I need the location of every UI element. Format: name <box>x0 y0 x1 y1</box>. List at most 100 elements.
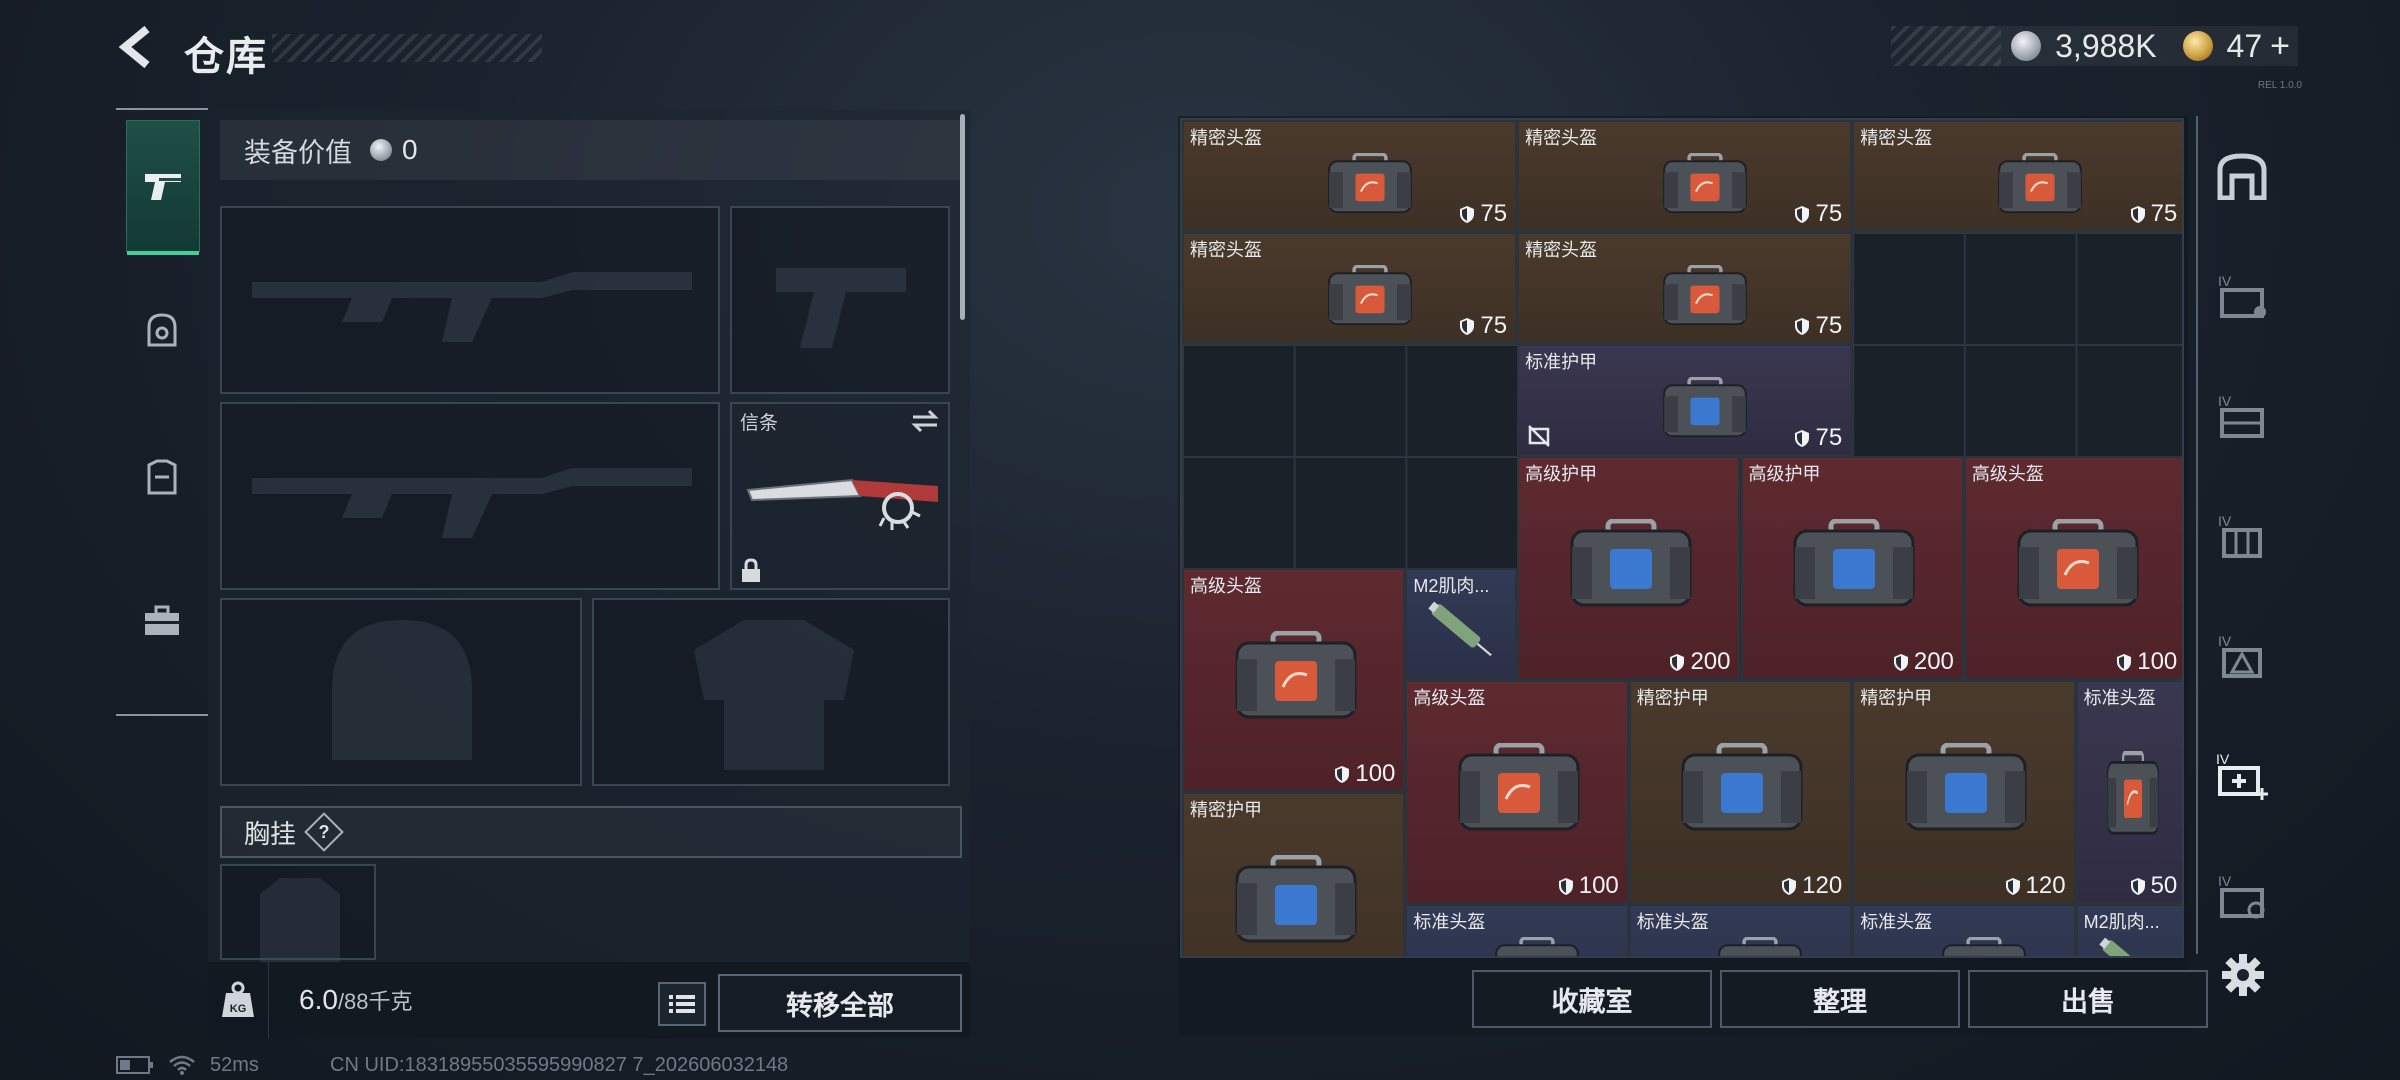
helmet-slot[interactable] <box>220 598 582 786</box>
storage-filter-column: IV IV IV IV IV IV <box>2196 116 2282 954</box>
weight-readout: 6.0/88千克 <box>299 984 413 1016</box>
gear-bag-icon <box>1662 377 1747 438</box>
item-name: 高级护甲 <box>1525 464 1598 484</box>
melee-slot[interactable]: 信条 <box>730 402 950 590</box>
equipment-value-label: 装备价值 <box>244 137 352 168</box>
gear-bag-icon <box>1905 743 2027 831</box>
organize-button[interactable]: 整理 <box>1720 970 1960 1028</box>
item-durability: 200 <box>1893 648 1954 676</box>
weight-current: 6.0 <box>299 984 338 1015</box>
item-name: 精密头盔 <box>1190 240 1262 260</box>
item-name: 高级头盔 <box>1190 576 1262 596</box>
add-storage-icon: IV <box>2216 751 2268 800</box>
sell-button[interactable]: 出售 <box>1968 970 2208 1028</box>
item-name: 精密护甲 <box>1636 688 1709 708</box>
help-mark: ? <box>318 821 330 842</box>
item-durability: 75 <box>1794 424 1842 452</box>
chest-rig-slot[interactable] <box>220 864 376 964</box>
storage-item[interactable]: 精密头盔 75 <box>1517 120 1853 232</box>
transfer-all-button[interactable]: 转移全部 <box>718 974 962 1032</box>
pistol-icon <box>145 174 181 200</box>
chevron-left-icon <box>118 25 150 69</box>
back-button[interactable] <box>112 22 162 72</box>
storage-item[interactable]: 标准头盔 <box>1852 904 2076 956</box>
item-name: 精密头盔 <box>1525 240 1598 260</box>
nav-backpack[interactable] <box>126 556 198 686</box>
nav-helmet[interactable] <box>126 266 198 396</box>
currency-bar: 3,988K 47 + <box>1891 26 2298 66</box>
gear-bag-icon <box>1327 153 1412 214</box>
storage-item[interactable]: 精密护甲 <box>1182 792 1406 956</box>
item-name: 精密护甲 <box>1190 800 1262 820</box>
armor-slot[interactable] <box>592 598 950 786</box>
nav-armor[interactable] <box>126 412 198 542</box>
item-durability: 75 <box>1459 200 1507 228</box>
storage-item[interactable]: 精密头盔 75 <box>1517 232 1853 344</box>
shield-icon <box>1893 653 1908 671</box>
storage-item[interactable]: 高级护甲 200 <box>1517 456 1741 680</box>
primary-weapon-slot[interactable] <box>220 206 720 394</box>
item-durability: 75 <box>1794 312 1842 340</box>
svg-text:IV: IV <box>2218 273 2232 289</box>
storage-item[interactable]: M2肌肉... <box>2075 904 2182 956</box>
loadout-scrollbar[interactable] <box>960 114 965 320</box>
filter-storage-3[interactable]: IV <box>2212 506 2272 566</box>
storage-item[interactable]: 精密护甲 120 <box>1628 680 1853 904</box>
filter-storage-4[interactable]: IV <box>2212 626 2272 686</box>
storage-item[interactable]: M2肌肉... <box>1405 568 1518 680</box>
filter-storage-1[interactable]: IV <box>2212 266 2272 326</box>
secondary-weapon-slot[interactable] <box>220 402 720 590</box>
storage-actions: 收藏室 整理 出售 <box>1472 970 2208 1028</box>
equipment-value: 0 <box>402 134 418 165</box>
nav-weapons[interactable] <box>126 120 200 255</box>
filter-storage-2[interactable]: IV <box>2212 386 2272 446</box>
svg-text:IV: IV <box>2216 751 2230 767</box>
gear-bag-icon <box>1235 631 1357 719</box>
storage-item[interactable]: 高级头盔 100 <box>1963 456 2182 680</box>
coin-icon <box>370 139 392 161</box>
item-name: 高级头盔 <box>1971 464 2044 484</box>
item-durability: 100 <box>1558 872 1619 900</box>
shield-icon <box>1795 317 1810 335</box>
settings-button[interactable] <box>2218 950 2268 1000</box>
item-durability: 75 <box>1794 200 1842 228</box>
storage-item[interactable]: 标准头盔 50 <box>2075 680 2182 904</box>
battery-icon <box>116 1056 153 1074</box>
title-decoration <box>272 34 542 62</box>
chest-rig-label: 胸挂 <box>244 818 297 849</box>
sidearm-slot[interactable] <box>730 206 950 394</box>
loadout-nav <box>116 108 208 716</box>
help-button[interactable]: ? <box>304 812 344 852</box>
storage-shelf-icon: IV <box>2218 513 2262 558</box>
storage-item[interactable]: 标准护甲 75 <box>1517 344 1853 456</box>
shield-icon <box>1460 205 1475 223</box>
gold-coin-icon <box>2182 31 2213 61</box>
item-durability: 100 <box>2116 648 2177 676</box>
gold-balance: 47 <box>2226 27 2263 64</box>
storage-item[interactable]: 精密头盔 75 <box>1852 120 2182 232</box>
gear-bag-icon <box>1662 265 1747 326</box>
gear-bag-icon <box>1327 265 1412 326</box>
storage-item[interactable]: 精密头盔 75 <box>1182 120 1518 232</box>
item-durability: 100 <box>1334 760 1395 788</box>
rifle-silhouette-icon <box>252 468 692 538</box>
storage-item[interactable]: 标准头盔 <box>1405 904 1629 956</box>
svg-text:IV: IV <box>2218 873 2232 889</box>
equipment-value-bar: 装备价值 0 <box>220 120 962 180</box>
gear-bag-icon <box>2017 519 2139 607</box>
list-view-button[interactable] <box>658 982 706 1026</box>
filter-all[interactable] <box>2212 146 2272 206</box>
storage-item[interactable]: 标准头盔 <box>1628 904 1853 956</box>
filter-storage-5[interactable]: IV <box>2212 866 2272 926</box>
filter-add-storage[interactable]: IV <box>2212 746 2272 806</box>
swap-icon[interactable] <box>910 408 940 434</box>
add-currency-button[interactable]: + <box>2270 27 2290 66</box>
storage-item[interactable]: 高级头盔 100 <box>1182 568 1406 792</box>
collection-room-button[interactable]: 收藏室 <box>1472 970 1712 1028</box>
storage-item[interactable]: 精密护甲 120 <box>1852 680 2076 904</box>
storage-item[interactable]: 高级护甲 200 <box>1740 456 1964 680</box>
storage-item[interactable]: 高级头盔 100 <box>1405 680 1629 904</box>
item-durability: 200 <box>1669 648 1730 676</box>
storage-item[interactable]: 精密头盔 75 <box>1182 232 1518 344</box>
loadout-panel: 装备价值 0 信条 胸挂 ? KG 6.0/88千克 转移全部 <box>208 110 970 1038</box>
